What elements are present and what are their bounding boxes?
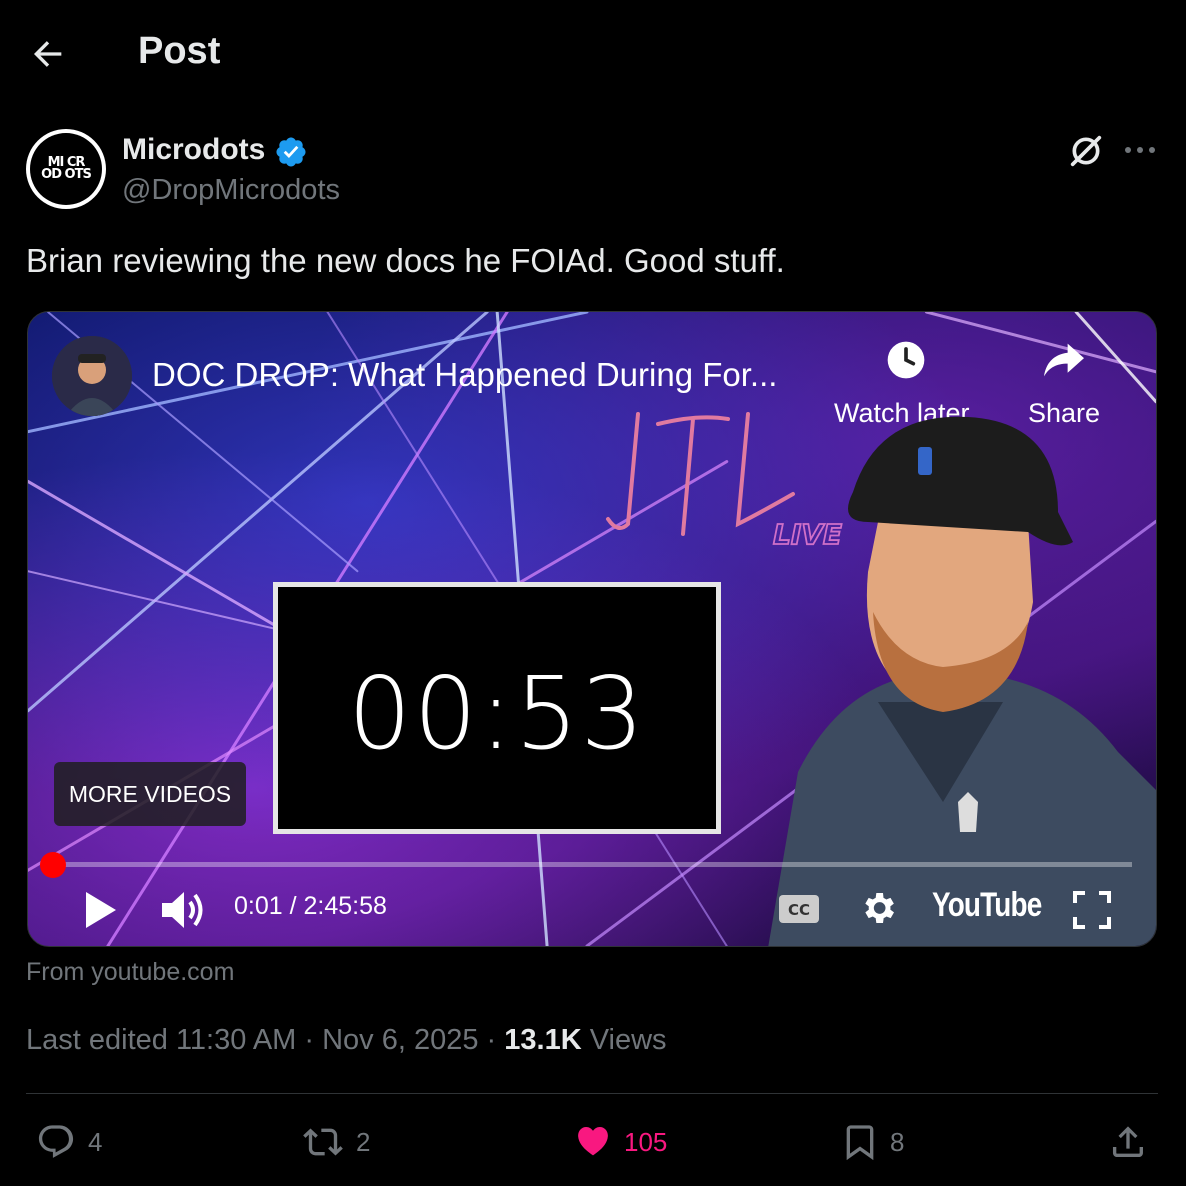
repost-button[interactable]: 2: [300, 1120, 370, 1164]
tweet-text: Brian reviewing the new docs he FOIAd. G…: [26, 242, 785, 279]
timer-text: 00:53: [347, 655, 647, 772]
video-source: From youtube.com: [26, 958, 235, 986]
captions-icon[interactable]: CC: [778, 894, 820, 924]
svg-text:CC: CC: [788, 901, 810, 919]
like-count: 105: [624, 1126, 668, 1157]
streamer-illustration: [768, 416, 1156, 946]
views-count: 13.1K: [504, 1024, 582, 1056]
fullscreen-icon[interactable]: [1072, 890, 1112, 930]
settings-gear-icon[interactable]: [858, 888, 898, 928]
reply-count: 4: [88, 1126, 103, 1157]
channel-avatar-image: [52, 336, 132, 416]
upload-share-icon: [1112, 1126, 1143, 1157]
heart-icon: [578, 1127, 608, 1156]
reply-icon: [38, 1125, 74, 1158]
author-name[interactable]: Microdots: [122, 133, 265, 167]
video-title[interactable]: DOC DROP: What Happened During For...: [152, 356, 777, 394]
grok-icon[interactable]: [1066, 131, 1106, 171]
back-arrow-icon[interactable]: [28, 34, 68, 74]
share-post-button[interactable]: [1108, 1120, 1158, 1164]
progress-bar[interactable]: [52, 862, 1132, 867]
bookmark-button[interactable]: 8: [840, 1120, 904, 1164]
video-player[interactable]: DOC DROP: What Happened During For... Wa…: [27, 311, 1157, 947]
views-label: Views: [581, 1024, 667, 1056]
post-meta: Last edited 11:30 AM · Nov 6, 2025 · 13.…: [26, 1024, 667, 1057]
bookmark-icon: [846, 1125, 874, 1161]
play-icon[interactable]: [84, 890, 118, 930]
repost-count: 2: [356, 1126, 371, 1157]
volume-icon[interactable]: [160, 888, 206, 932]
avatar-logo: MI CR OD OTS: [30, 133, 102, 205]
edited-timestamp[interactable]: Last edited 11:30 AM · Nov 6, 2025 ·: [26, 1024, 504, 1056]
channel-avatar[interactable]: [52, 336, 132, 416]
page-title: Post: [138, 30, 221, 72]
progress-scrubber[interactable]: [40, 852, 66, 878]
like-button[interactable]: 105: [572, 1120, 667, 1164]
more-videos-button[interactable]: MORE VIDEOS: [54, 762, 246, 826]
more-options-icon[interactable]: [1122, 140, 1158, 160]
reply-button[interactable]: 4: [34, 1120, 102, 1164]
author-handle[interactable]: @DropMicrodots: [122, 174, 340, 207]
repost-icon: [303, 1128, 343, 1156]
divider: [26, 1093, 1158, 1094]
timer-box: 00:53: [273, 582, 721, 834]
youtube-logo[interactable]: YouTube: [932, 886, 1042, 925]
verified-badge-icon: [276, 137, 306, 167]
bookmark-count: 8: [890, 1126, 905, 1157]
time-display: 0:01 / 2:45:58: [234, 892, 387, 920]
avatar[interactable]: MI CR OD OTS: [26, 129, 106, 209]
